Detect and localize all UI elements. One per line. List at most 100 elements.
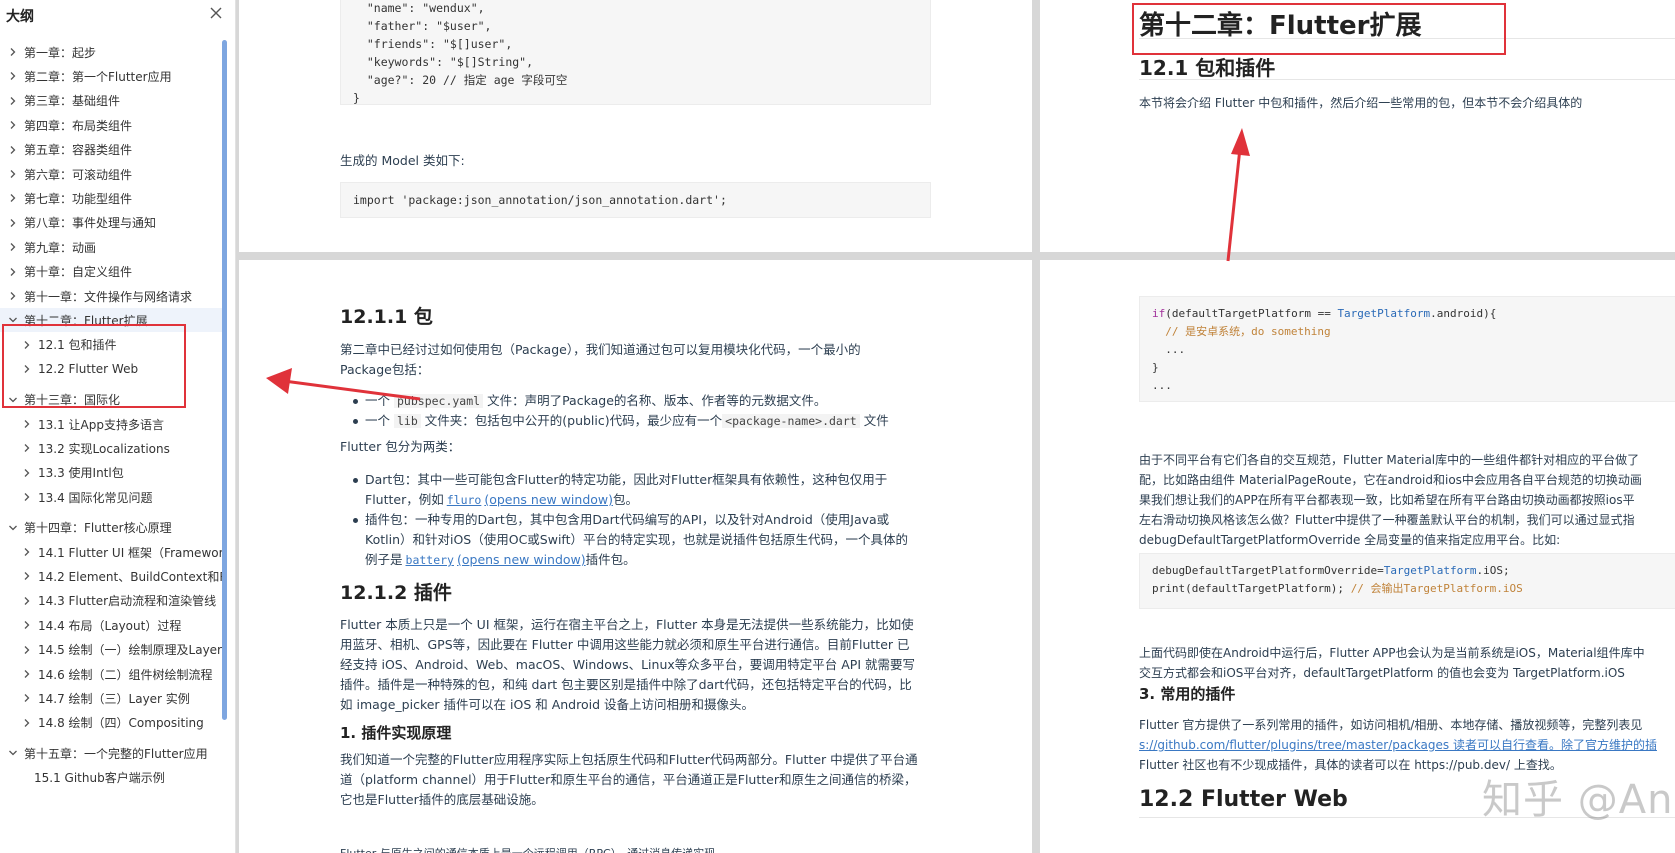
outline-section-item[interactable]: 14.2 Element、BuildContext和RenderObject (0, 564, 222, 588)
outline-item-label: 14.2 Element、BuildContext和RenderObject (38, 569, 222, 584)
chevron-down-icon[interactable] (8, 748, 18, 758)
chevron-right-icon[interactable] (22, 596, 32, 606)
code-block-json: "name": "wendux", "father": "$user", "fr… (340, 0, 931, 105)
list-item: 一个 lib 文件夹：包括包中公开的(public)代码，最少应有一个 <pack… (349, 411, 989, 431)
outline-chapter-item[interactable]: 第五章：容器类组件 (0, 138, 222, 162)
list-item: 一个 pubspec.yaml 文件：声明了Package的名称、版本、作者等的… (349, 391, 989, 411)
sidebar-scrollbar[interactable] (222, 40, 227, 720)
code-block-override: debugDefaultTargetPlatformOverride=Targe… (1139, 553, 1675, 609)
outline-item-label: 第八章：事件处理与通知 (24, 216, 157, 231)
outline-item-label: 14.6 绘制（二）组件树绘制流程 (38, 667, 213, 682)
heading-common-plugins: 3. 常用的插件 (1139, 685, 1236, 703)
outline-item-label: 13.3 使用Intl包 (38, 466, 124, 481)
chevron-right-icon[interactable] (22, 547, 32, 557)
outline-chapter-item[interactable]: 第十四章：Flutter核心原理 (0, 516, 222, 540)
package-contents-list: 一个 pubspec.yaml 文件：声明了Package的名称、版本、作者等的… (349, 391, 989, 431)
outline-item-label: 第十章：自定义组件 (24, 265, 133, 280)
paragraph-after-override: 上面代码即使在Android中运行后，Flutter APP也会认为是当前系统是… (1139, 646, 1645, 680)
fluro-link[interactable]: fluro (opens new window) (444, 492, 613, 507)
chevron-right-icon[interactable] (8, 193, 18, 203)
chevron-right-icon[interactable] (22, 693, 32, 703)
outline-chapter-item[interactable]: 第二章：第一个Flutter应用 (0, 64, 222, 88)
outline-item-label: 13.4 国际化常见问题 (38, 490, 153, 505)
chevron-right-icon[interactable] (8, 267, 18, 277)
outline-chapter-item[interactable]: 第八章：事件处理与通知 (0, 211, 222, 235)
chevron-right-icon[interactable] (22, 443, 32, 453)
outline-item-label: 第二章：第一个Flutter应用 (24, 69, 172, 84)
chevron-right-icon[interactable] (8, 218, 18, 228)
chevron-right-icon[interactable] (22, 718, 32, 728)
outline-section-item[interactable]: 13.1 让App支持多语言 (0, 412, 222, 436)
package-kinds-list: Dart包：其中一些可能包含Flutter的特定功能，因此对Flutter框架具… (349, 470, 999, 570)
outline-item-label: 第十一章：文件操作与网络请求 (24, 289, 193, 304)
document-page-1: "name": "wendux", "father": "$user", "fr… (239, 0, 1032, 252)
chevron-right-icon[interactable] (22, 419, 32, 429)
outline-chapter-item[interactable]: 第七章：功能型组件 (0, 186, 222, 210)
chevron-right-icon[interactable] (8, 96, 18, 106)
heading-package: 12.1.1 包 (340, 306, 433, 328)
chevron-right-icon[interactable] (22, 620, 32, 630)
chevron-right-icon[interactable] (22, 468, 32, 478)
paragraph-cut: Flutter 与原生之间的通信本质上是一个远程调用（RPC），通过消息传递实现 (340, 844, 715, 853)
outline-chapter-item[interactable]: 第一章：起步 (0, 40, 222, 64)
outline-item-label: 第十五章：一个完整的Flutter应用 (24, 746, 208, 761)
outline-section-item[interactable]: 14.3 Flutter启动流程和渲染管线 (0, 589, 222, 613)
chevron-right-icon[interactable] (8, 145, 18, 155)
chevron-right-icon[interactable] (8, 291, 18, 301)
outline-chapter-item[interactable]: 第十章：自定义组件 (0, 260, 222, 284)
chevron-right-icon[interactable] (8, 120, 18, 130)
outline-section-item[interactable]: 14.5 绘制（一）绘制原理及Layer (0, 638, 222, 662)
outline-section-item[interactable]: 14.7 绘制（三）Layer 实例 (0, 686, 222, 710)
chevron-right-icon[interactable] (22, 571, 32, 581)
outline-item-label: 14.3 Flutter启动流程和渲染管线 (38, 594, 217, 609)
outline-item-label: 第三章：基础组件 (24, 94, 121, 109)
chevron-down-icon[interactable] (8, 523, 18, 533)
chevron-right-icon[interactable] (8, 47, 18, 57)
chevron-right-icon[interactable] (22, 492, 32, 502)
paragraph-model: 生成的 Model 类如下: (340, 153, 465, 168)
outline-section-item[interactable]: 13.2 实现Localizations (0, 436, 222, 460)
battery-link[interactable]: battery (opens new window) (403, 552, 586, 567)
outline-item-label: 第四章：布局类组件 (24, 118, 133, 133)
list-item: Dart包：其中一些可能包含Flutter的特定功能，因此对Flutter框架具… (349, 470, 999, 510)
outline-section-item[interactable]: 14.1 Flutter UI 框架（Framework） (0, 540, 222, 564)
outline-section-item[interactable]: 14.4 布局（Layout）过程 (0, 613, 222, 637)
outline-item-label: 14.5 绘制（一）绘制原理及Layer (38, 643, 222, 658)
outline-item-label: 14.8 绘制（四）Compositing (38, 716, 204, 731)
paragraph-package-2: Package包括： (340, 362, 430, 377)
chevron-right-icon[interactable] (8, 71, 18, 81)
paragraph-plugin: Flutter 本质上只是一个 UI 框架，运行在宿主平台之上，Flutter … (340, 617, 915, 712)
close-icon[interactable] (208, 5, 224, 21)
plugins-link[interactable]: s://github.com/flutter/plugins/tree/mast… (1139, 735, 1675, 755)
outline-chapter-item[interactable]: 第九章：动画 (0, 235, 222, 259)
chevron-right-icon[interactable] (8, 169, 18, 179)
outline-item-label: 第七章：功能型组件 (24, 191, 133, 206)
outline-title: 大纲 (6, 9, 34, 25)
annotation-box-sidebar (2, 324, 186, 408)
chevron-right-icon[interactable] (22, 669, 32, 679)
outline-item-label: 14.1 Flutter UI 框架（Framework） (38, 545, 222, 560)
list-item: 插件包：一种专用的Dart包，其中包含用Dart代码编写的API，以及针对And… (349, 510, 999, 570)
heading-impl: 1. 插件实现原理 (340, 724, 452, 742)
outline-section-item[interactable]: 13.4 国际化常见问题 (0, 485, 222, 509)
outline-item-label: 第六章：可滚动组件 (24, 167, 133, 182)
chevron-right-icon[interactable] (22, 645, 32, 655)
outline-chapter-item[interactable]: 第十五章：一个完整的Flutter应用 (0, 741, 222, 765)
chevron-right-icon[interactable] (8, 242, 18, 252)
outline-section-item[interactable]: 14.6 绘制（二）组件树绘制流程 (0, 662, 222, 686)
outline-chapter-item[interactable]: 第六章：可滚动组件 (0, 162, 222, 186)
intro-paragraph: 本节将会介绍 Flutter 中包和插件，然后介绍一些常用的包，但本节不会介绍具… (1139, 96, 1583, 110)
outline-chapter-item[interactable]: 第三章：基础组件 (0, 89, 222, 113)
watermark: 知乎 @Android老皮 (1482, 777, 1675, 823)
outline-chapter-item[interactable]: 第十一章：文件操作与网络请求 (0, 284, 222, 308)
outline-item-label: 13.2 实现Localizations (38, 441, 170, 456)
paragraph-two-kinds: Flutter 包分为两类： (340, 439, 461, 454)
paragraph-common-plugins: Flutter 官方提供了一系列常用的插件，如访问相机/相册、本地存储、播放视频… (1139, 715, 1675, 775)
outline-section-item[interactable]: 14.8 绘制（四）Compositing (0, 711, 222, 735)
outline-item-label: 14.7 绘制（三）Layer 实例 (38, 691, 190, 706)
document-page-4: if(defaultTargetPlatform == TargetPlatfo… (1040, 260, 1675, 853)
code-block-platform-check: if(defaultTargetPlatform == TargetPlatfo… (1139, 296, 1675, 402)
outline-section-item[interactable]: 13.3 使用Intl包 (0, 461, 222, 485)
outline-section-item[interactable]: 15.1 Github客户端示例 (0, 766, 222, 790)
outline-chapter-item[interactable]: 第四章：布局类组件 (0, 113, 222, 137)
